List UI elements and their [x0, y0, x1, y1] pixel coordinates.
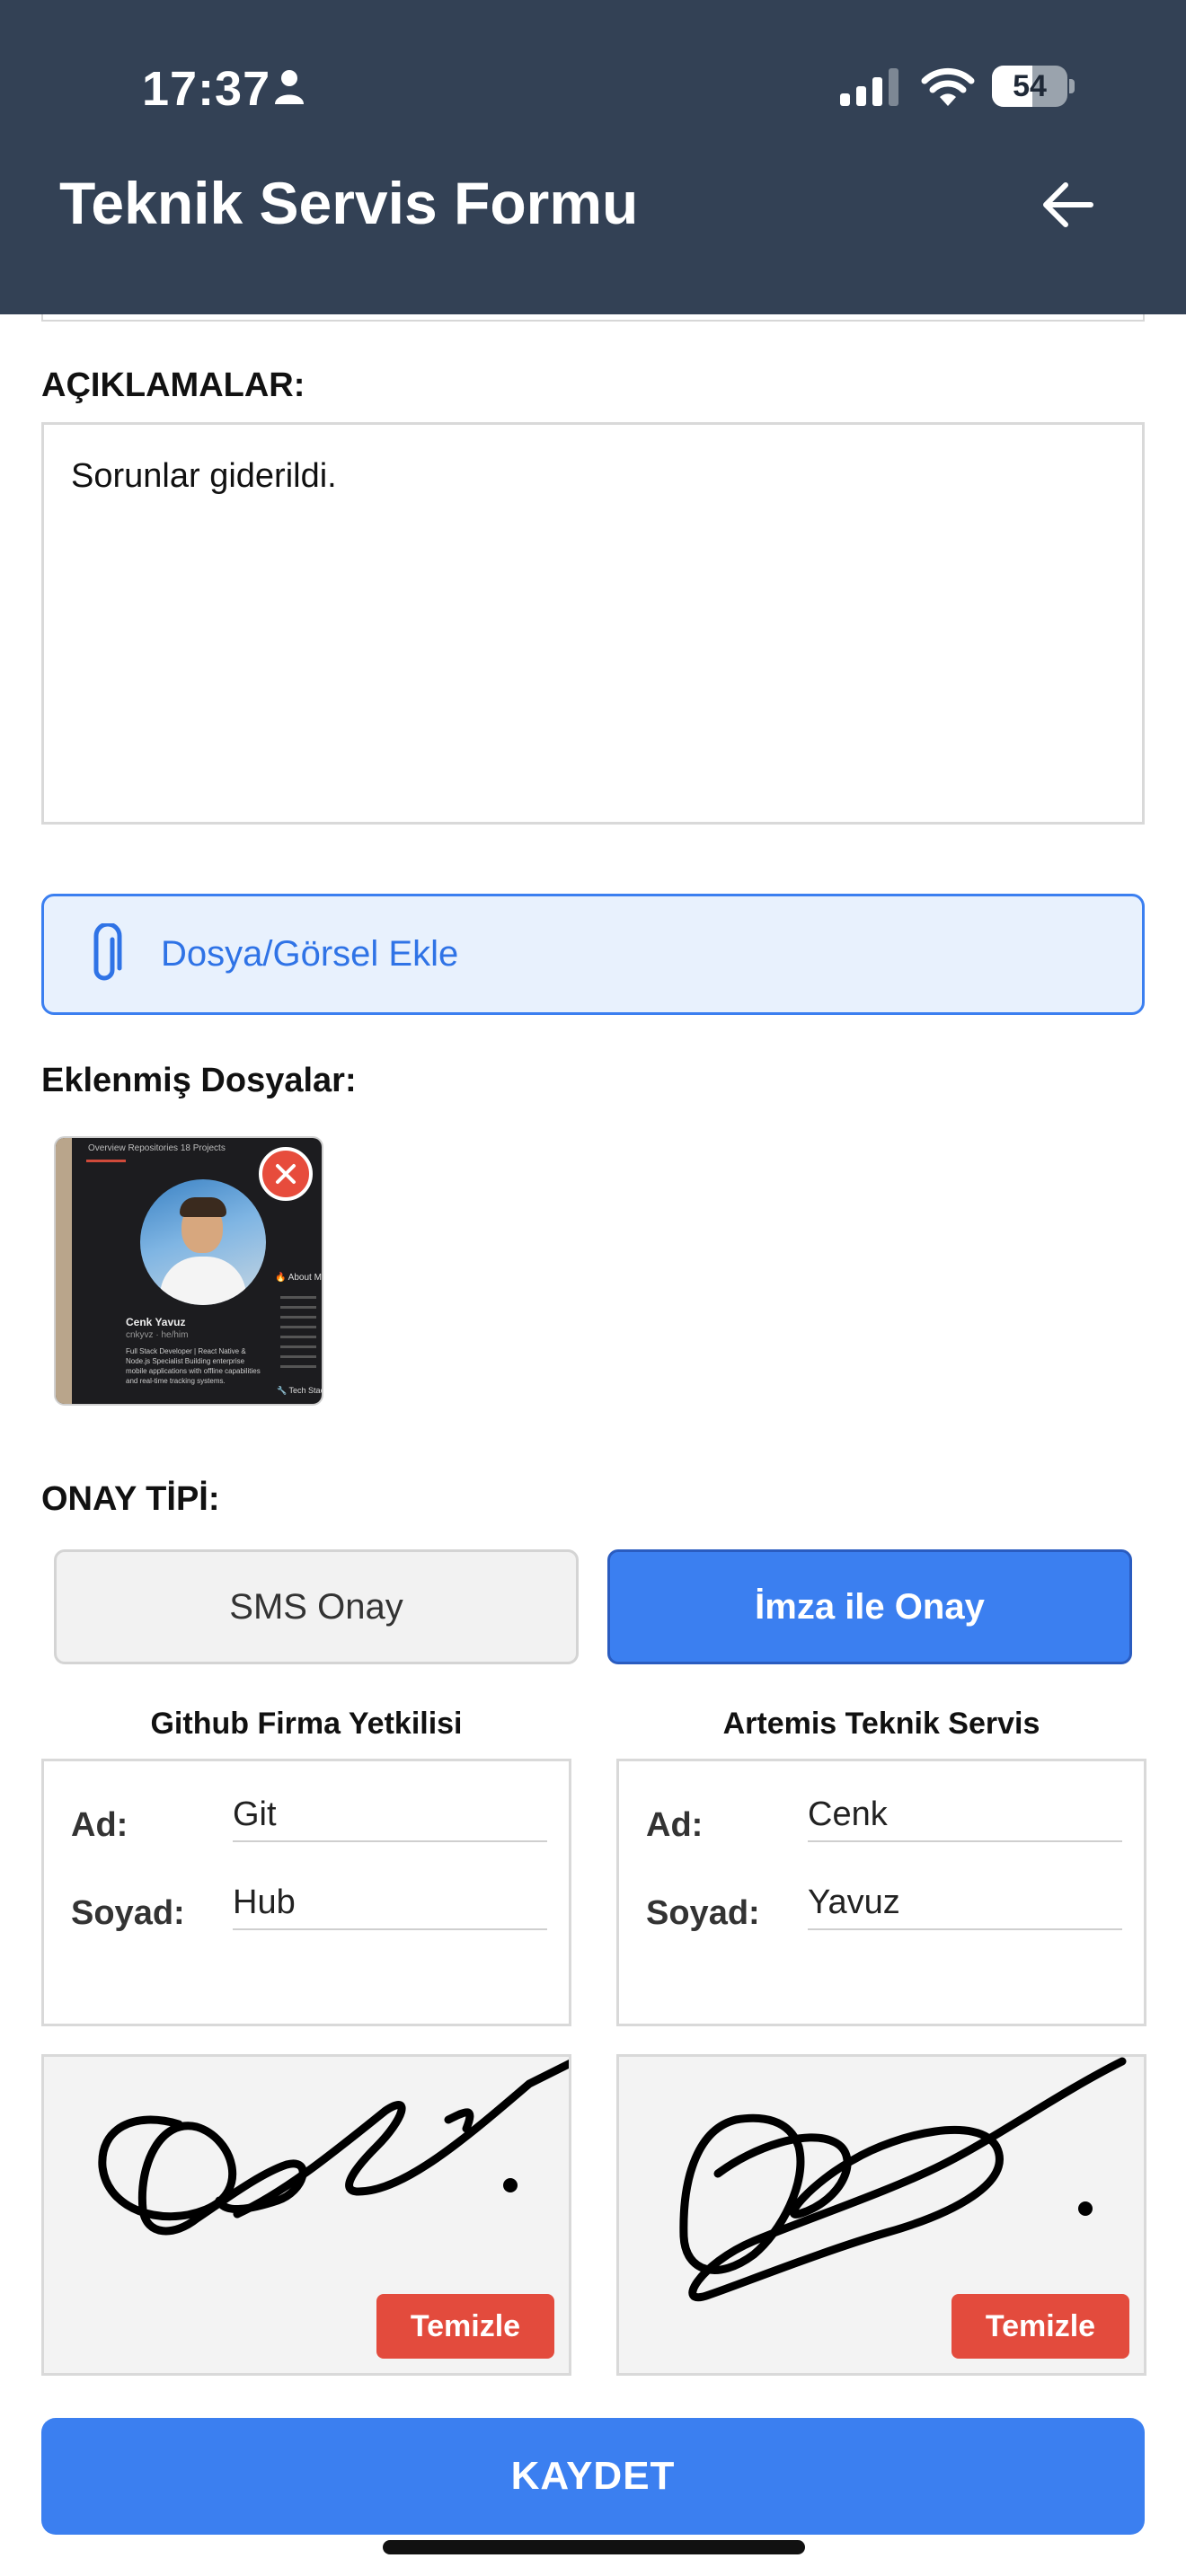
last-name-label: Soyad:	[646, 1894, 760, 1932]
clear-customer-signature-button[interactable]: Temizle	[376, 2294, 554, 2359]
thumbnail-handle: cnkyvz · he/him	[126, 1330, 189, 1340]
clear-service-signature-button[interactable]: Temizle	[951, 2294, 1129, 2359]
wifi-icon	[921, 67, 975, 106]
service-party-title: Artemis Teknik Servis	[722, 1707, 1040, 1741]
customer-name-card: Ad: Git Soyad: Hub	[41, 1759, 571, 2026]
person-icon	[275, 70, 304, 104]
signal-icon	[840, 68, 898, 106]
previous-field-edge	[41, 314, 1145, 322]
first-name-label: Ad:	[71, 1806, 128, 1844]
customer-party-title: Github Firma Yetkilisi	[150, 1707, 463, 1741]
page-title: Teknik Servis Formu	[59, 170, 639, 236]
save-button[interactable]: KAYDET	[41, 2418, 1145, 2535]
remove-attachment-button[interactable]	[259, 1147, 313, 1201]
customer-last-name-field[interactable]: Hub	[233, 1876, 547, 1930]
back-button[interactable]	[1033, 171, 1102, 239]
battery-icon: 54	[992, 66, 1075, 107]
status-time: 17:37	[142, 62, 271, 116]
service-first-name-field[interactable]: Cenk	[808, 1788, 1122, 1842]
first-name-label: Ad:	[646, 1806, 704, 1844]
approval-type-label: ONAY TİPİ:	[41, 1480, 220, 1518]
thumbnail-tabs: Overview Repositories 18 Projects	[88, 1143, 226, 1153]
avatar	[140, 1179, 266, 1305]
sms-approval-button[interactable]: SMS Onay	[54, 1549, 579, 1664]
add-attachment-button[interactable]: Dosya/Görsel Ekle	[41, 894, 1145, 1015]
thumbnail-tech: 🔧 Tech Stack	[277, 1386, 323, 1395]
app-header: 17:37 54 Teknik Servis Formu	[0, 0, 1186, 314]
thumbnail-bio: Full Stack Developer | React Native & No…	[126, 1347, 261, 1385]
home-indicator	[383, 2540, 805, 2554]
service-signature-pad[interactable]: Temizle	[616, 2054, 1146, 2376]
service-name-card: Ad: Cenk Soyad: Yavuz	[616, 1759, 1146, 2026]
attachments-label: Eklenmiş Dosyalar:	[41, 1062, 357, 1099]
thumbnail-name: Cenk Yavuz	[126, 1316, 186, 1328]
close-icon	[276, 1164, 296, 1184]
paperclip-icon	[93, 922, 122, 980]
description-label: AÇIKLAMALAR:	[41, 366, 305, 404]
customer-first-name-field[interactable]: Git	[233, 1788, 547, 1842]
service-last-name-field[interactable]: Yavuz	[808, 1876, 1122, 1930]
add-attachment-label: Dosya/Görsel Ekle	[161, 934, 459, 974]
arrow-left-icon	[1043, 182, 1093, 227]
customer-signature-pad[interactable]: Temizle	[41, 2054, 571, 2376]
attachment-thumbnail[interactable]: Overview Repositories 18 Projects Cenk Y…	[54, 1136, 323, 1406]
battery-level: 54	[1013, 69, 1047, 103]
description-textarea[interactable]: Sorunlar giderildi.	[41, 422, 1145, 825]
thumbnail-side-title: 🔥 About M	[275, 1273, 322, 1283]
signature-approval-button[interactable]: İmza ile Onay	[607, 1549, 1132, 1664]
last-name-label: Soyad:	[71, 1894, 185, 1932]
